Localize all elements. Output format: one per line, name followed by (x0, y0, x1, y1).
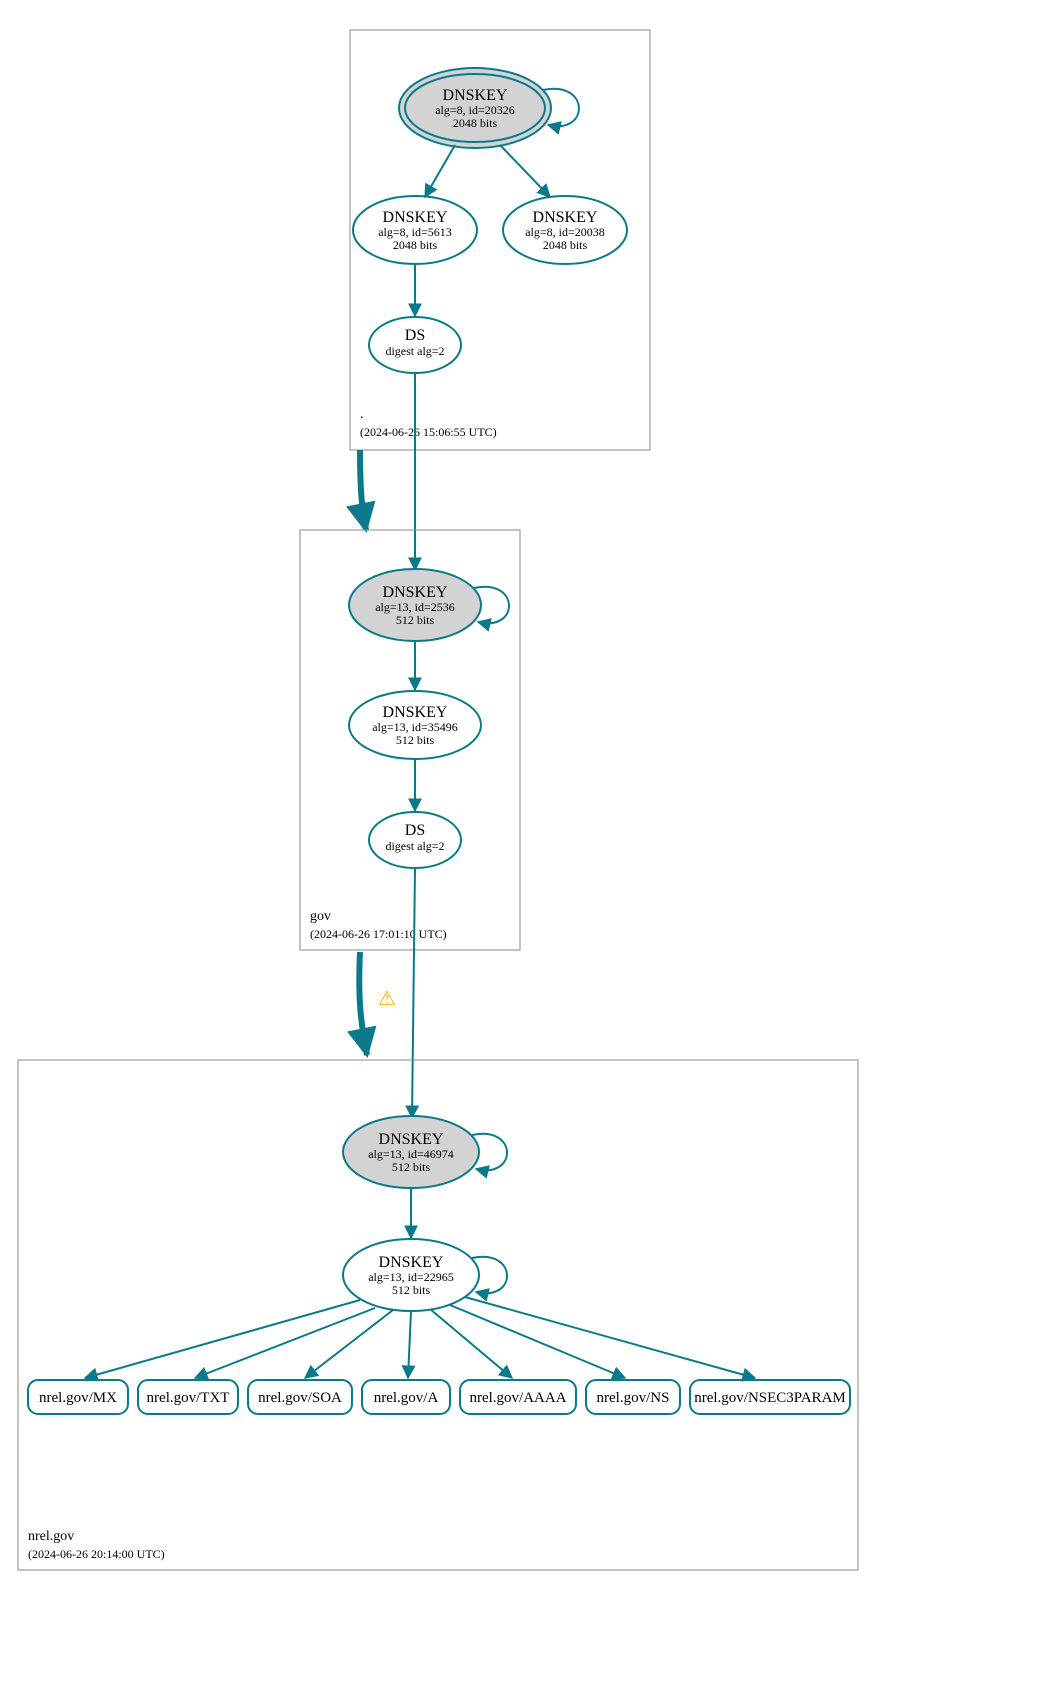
gov-ksk-bits: 512 bits (396, 613, 435, 627)
zone-gov-ts: (2024-06-26 17:01:10 UTC) (310, 927, 447, 941)
node-nrel-zsk: DNSKEY alg=13, id=22965 512 bits (343, 1239, 479, 1311)
rr-nsec3-text: nrel.gov/NSEC3PARAM (694, 1390, 846, 1406)
zone-gov-name: gov (310, 909, 331, 924)
gov-zsk-bits: 512 bits (396, 733, 435, 747)
edge-zsk-to-soa (305, 1310, 393, 1378)
rrset-txt: nrel.gov/TXT (138, 1380, 238, 1414)
gov-zsk-title: DNSKEY (383, 704, 448, 721)
zone-nrel: nrel.gov (2024-06-26 20:14:00 UTC) DNSKE… (18, 1060, 858, 1570)
node-root-zsk: DNSKEY alg=8, id=5613 2048 bits (353, 196, 477, 264)
zone-root: . (2024-06-26 15:06:55 UTC) DNSKEY alg=8… (350, 30, 650, 450)
root-other-alg: alg=8, id=20038 (525, 225, 605, 239)
zone-root-ts: (2024-06-26 15:06:55 UTC) (360, 425, 497, 439)
node-root-other: DNSKEY alg=8, id=20038 2048 bits (503, 196, 627, 264)
gov-zsk-alg: alg=13, id=35496 (372, 720, 458, 734)
edge-delegation-root-to-gov (360, 450, 366, 530)
rrset-nsec3param: nrel.gov/NSEC3PARAM (690, 1380, 850, 1414)
node-gov-zsk: DNSKEY alg=13, id=35496 512 bits (349, 691, 481, 759)
root-ds-alg: digest alg=2 (385, 344, 444, 358)
root-ds-title: DS (405, 327, 425, 344)
gov-ksk-alg: alg=13, id=2536 (375, 600, 455, 614)
rrset-ns: nrel.gov/NS (586, 1380, 680, 1414)
gov-ds-title: DS (405, 822, 425, 839)
edge-zsk-to-txt (195, 1308, 375, 1378)
root-other-bits: 2048 bits (543, 238, 588, 252)
root-zsk-title: DNSKEY (383, 209, 448, 226)
rrset-a: nrel.gov/A (362, 1380, 450, 1414)
node-gov-ksk: DNSKEY alg=13, id=2536 512 bits (349, 569, 481, 641)
nrel-zsk-bits: 512 bits (392, 1283, 431, 1297)
rr-soa-text: nrel.gov/SOA (258, 1390, 342, 1406)
rr-mx-text: nrel.gov/MX (39, 1390, 117, 1406)
root-zsk-alg: alg=8, id=5613 (378, 225, 452, 239)
root-ksk-bits: 2048 bits (453, 116, 498, 130)
node-nrel-ksk: DNSKEY alg=13, id=46974 512 bits (343, 1116, 479, 1188)
gov-ds-alg: digest alg=2 (385, 839, 444, 853)
zone-nrel-ts: (2024-06-26 20:14:00 UTC) (28, 1547, 165, 1561)
edge-root-ksk-to-other (500, 145, 550, 197)
rrset-mx: nrel.gov/MX (28, 1380, 128, 1414)
edge-zsk-to-nsec3 (465, 1297, 755, 1378)
zone-nrel-name: nrel.gov (28, 1529, 74, 1544)
dnssec-diagram: . (2024-06-26 15:06:55 UTC) DNSKEY alg=8… (0, 0, 1063, 1690)
node-root-ds: DS digest alg=2 (369, 317, 461, 373)
nrel-zsk-alg: alg=13, id=22965 (368, 1270, 454, 1284)
nrel-zsk-title: DNSKEY (379, 1254, 444, 1271)
root-other-title: DNSKEY (533, 209, 598, 226)
root-zsk-bits: 2048 bits (393, 238, 438, 252)
rr-aaaa-text: nrel.gov/AAAA (469, 1390, 566, 1406)
rrset-soa: nrel.gov/SOA (248, 1380, 352, 1414)
root-ksk-alg: alg=8, id=20326 (435, 103, 515, 117)
nrel-ksk-alg: alg=13, id=46974 (368, 1147, 454, 1161)
zone-root-name: . (360, 407, 364, 422)
edge-gov-ds-to-nrel-ksk (412, 868, 415, 1118)
node-root-ksk: DNSKEY alg=8, id=20326 2048 bits (399, 68, 551, 148)
edge-zsk-to-a (408, 1311, 411, 1378)
zone-gov: gov (2024-06-26 17:01:10 UTC) DNSKEY alg… (300, 530, 520, 950)
rr-ns-text: nrel.gov/NS (597, 1390, 670, 1406)
root-ksk-title: DNSKEY (443, 87, 508, 104)
node-gov-ds: DS digest alg=2 (369, 812, 461, 868)
edge-delegation-gov-to-nrel (359, 952, 367, 1055)
edge-root-ksk-to-zsk (425, 145, 455, 197)
edge-zsk-to-aaaa (430, 1309, 512, 1378)
rr-a-text: nrel.gov/A (374, 1390, 439, 1406)
warning-icon: ⚠ (378, 988, 396, 1010)
rr-txt-text: nrel.gov/TXT (147, 1390, 230, 1406)
edge-zsk-to-ns (450, 1305, 625, 1378)
rrset-aaaa: nrel.gov/AAAA (460, 1380, 576, 1414)
nrel-ksk-title: DNSKEY (379, 1131, 444, 1148)
nrel-ksk-bits: 512 bits (392, 1160, 431, 1174)
gov-ksk-title: DNSKEY (383, 584, 448, 601)
